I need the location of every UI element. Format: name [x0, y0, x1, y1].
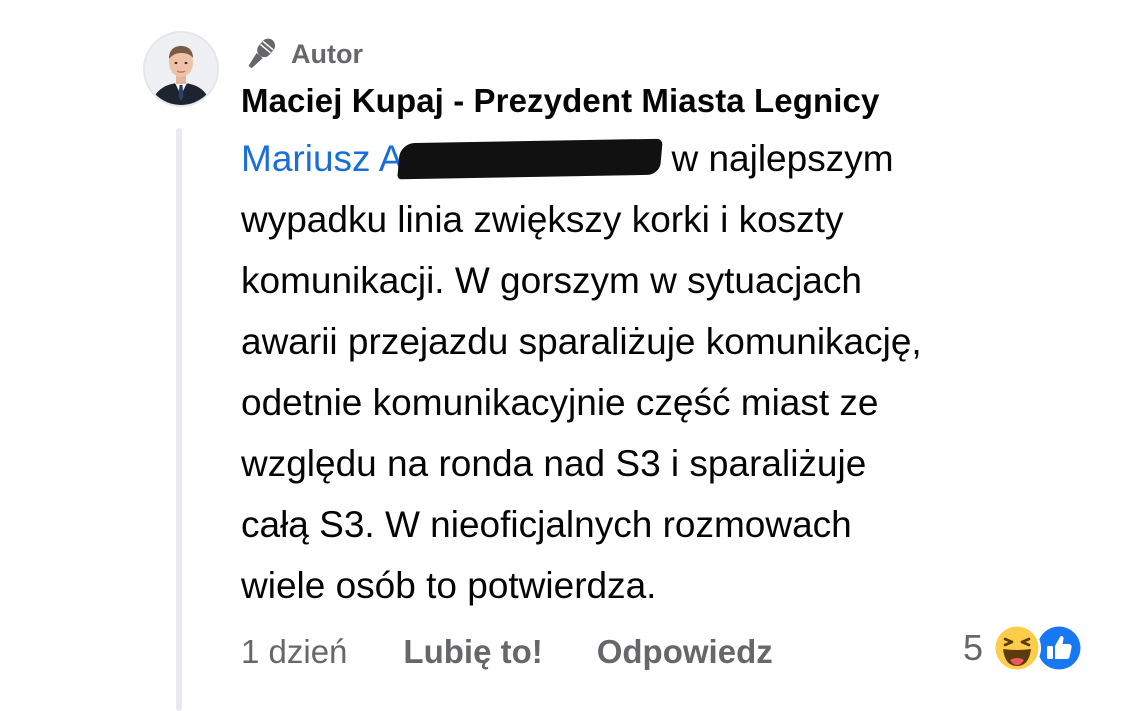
like-button[interactable]: Lubię to!: [403, 633, 542, 671]
comment-line: względu na ronda nad S3 i sparaliżuje: [241, 443, 867, 484]
avatar[interactable]: [145, 33, 217, 105]
comment-line: wypadku linia zwiększy korki i koszty: [241, 199, 844, 240]
comment-timestamp[interactable]: 1 dzień: [241, 633, 347, 671]
haha-emoji-icon: [991, 622, 1043, 674]
author-badge-label: Autor: [291, 38, 363, 69]
profile-photo-icon: [145, 33, 217, 105]
comment-line: Mariusz A w najlepszym: [241, 128, 1111, 189]
redaction-scribble: [397, 138, 664, 180]
comment-line: odetnie komunikacyjnie część miast ze: [241, 382, 879, 423]
comment-line: wiele osób to potwierdza.: [241, 565, 657, 606]
comment-actions: 1 dzień Lubię to! Odpowiedz: [241, 628, 827, 676]
reaction-count: 5: [963, 627, 984, 668]
comment-line: komunikacji. W gorszym w sytuacjach: [241, 260, 862, 301]
comment-line-text: w najlepszym: [671, 138, 894, 179]
comment-line: awarii przejazdu sparaliżuje komunikację…: [241, 321, 922, 362]
commenter-name[interactable]: Maciej Kupaj - Prezydent Miasta Legnicy: [241, 82, 879, 120]
mention-link[interactable]: Mariusz A: [241, 138, 403, 179]
microphone-icon: [241, 34, 281, 74]
comment-text: Mariusz A w najlepszym wypadku linia zwię…: [241, 128, 1111, 616]
reactions-summary[interactable]: 5: [963, 620, 1085, 676]
comment-line: całą S3. W nieoficjalnych rozmowach: [241, 504, 852, 545]
author-badge: Autor: [241, 33, 363, 75]
thread-connector-line: [176, 128, 182, 711]
reply-button[interactable]: Odpowiedz: [597, 633, 773, 671]
